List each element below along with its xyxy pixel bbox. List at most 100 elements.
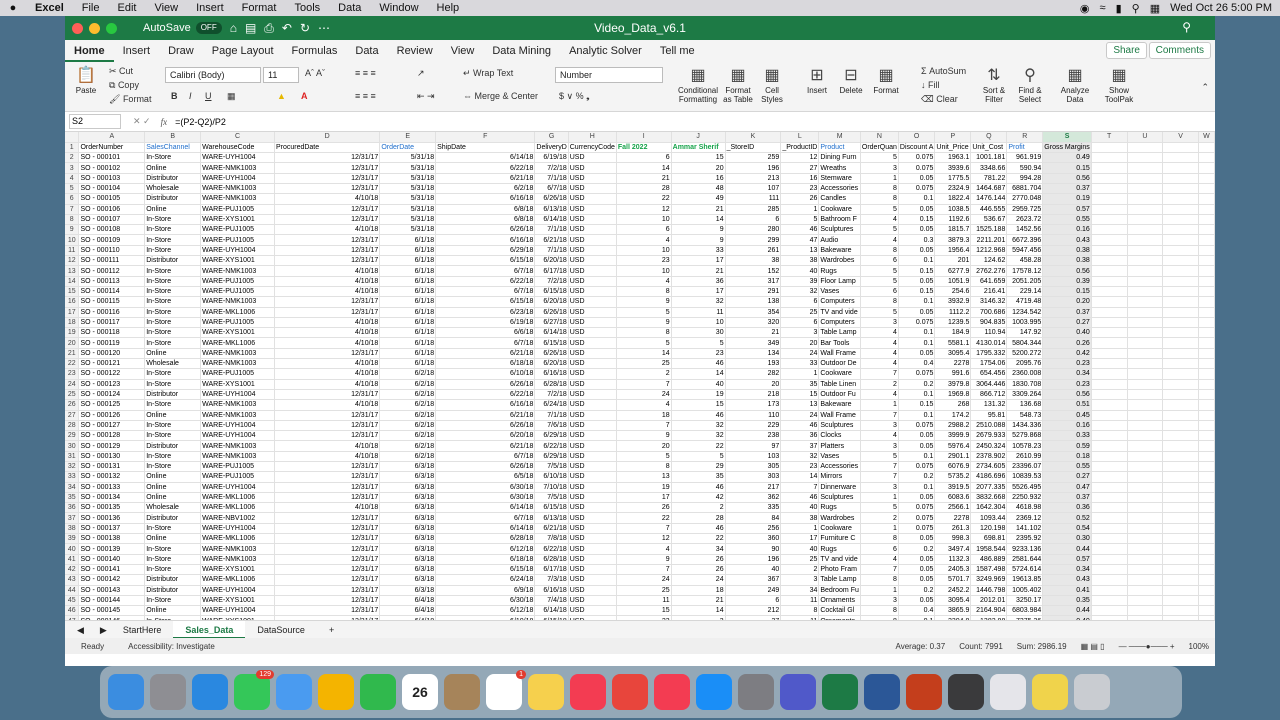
column-header[interactable]: S (1042, 132, 1092, 143)
cell[interactable]: 1051.9 (934, 276, 972, 287)
cell[interactable]: 2623.72 (1006, 214, 1044, 226)
cell[interactable] (1162, 152, 1199, 164)
cell[interactable] (1091, 183, 1128, 195)
cell[interactable]: 2770.048 (1006, 193, 1044, 205)
cell[interactable] (1127, 461, 1164, 473)
cell[interactable]: 4/10/18 (274, 317, 381, 329)
cell[interactable]: WARE-PUJ1005 (200, 234, 275, 246)
cell[interactable]: 3250.17 (1006, 595, 1044, 607)
find-select-button[interactable]: ⚲ Find & Select (1013, 66, 1047, 104)
cell[interactable]: USD (568, 337, 617, 349)
more-icon[interactable]: ⋯ (318, 21, 330, 35)
column-header[interactable]: F (435, 132, 536, 143)
cell[interactable]: In-Store (144, 327, 202, 339)
cell[interactable]: 0.57 (1042, 554, 1092, 565)
cell[interactable]: SO - 000108 (78, 224, 146, 236)
cell[interactable]: USD (568, 276, 617, 287)
cell[interactable] (1091, 255, 1128, 267)
cell[interactable]: 2211.201 (970, 234, 1008, 246)
cell[interactable]: 3879.3 (934, 234, 972, 246)
cell[interactable] (1127, 440, 1164, 452)
cell[interactable]: 7/6/18 (534, 420, 569, 432)
cell[interactable]: 2 (671, 502, 726, 514)
cell[interactable]: 26 (780, 193, 820, 205)
cell[interactable] (1162, 307, 1199, 318)
cell[interactable]: 7/3/18 (534, 574, 569, 586)
cell[interactable]: 33 (780, 358, 820, 370)
tab-page-layout[interactable]: Page Layout (203, 45, 283, 62)
cell[interactable]: 26 (671, 564, 726, 576)
cell[interactable]: SO - 000126 (78, 410, 146, 421)
cell[interactable]: 20 (671, 162, 726, 174)
tab-data-mining[interactable]: Data Mining (483, 45, 560, 62)
cell[interactable]: 6/29/18 (534, 451, 569, 463)
cell[interactable]: 6/22/18 (435, 389, 536, 401)
cell[interactable]: 174.2 (934, 410, 972, 421)
cell[interactable]: 0.075 (898, 461, 936, 473)
row-header[interactable]: 44 (65, 585, 80, 596)
cell[interactable]: 291 (725, 286, 782, 298)
copy-button[interactable]: ⧉ Copy (109, 80, 139, 91)
cell[interactable]: Vases (818, 286, 861, 298)
cell[interactable]: 6/28/18 (534, 379, 569, 390)
cell[interactable]: SO - 000120 (78, 348, 146, 360)
search-icon[interactable]: ⚲ (1182, 20, 1191, 34)
cell[interactable]: 24 (671, 574, 726, 586)
cell[interactable]: 17578.12 (1006, 265, 1044, 277)
column-header[interactable]: K (725, 132, 782, 143)
cell[interactable] (1162, 533, 1199, 545)
cell[interactable]: 0.15 (898, 265, 936, 277)
cell[interactable]: 6/2/18 (379, 379, 437, 390)
cell[interactable]: 34 (671, 543, 726, 555)
cell[interactable] (1127, 554, 1164, 565)
cell[interactable]: 120.198 (970, 523, 1008, 535)
row-header[interactable]: 46 (65, 605, 80, 617)
cell[interactable]: 536.67 (970, 214, 1008, 226)
cell[interactable]: In-Store (144, 564, 202, 576)
cell[interactable] (1198, 595, 1215, 607)
cell[interactable] (1127, 183, 1164, 195)
cell[interactable]: 254.6 (934, 286, 972, 298)
cell[interactable]: 0.40 (1042, 327, 1092, 339)
cell[interactable] (1162, 430, 1199, 442)
cell[interactable]: 8 (860, 193, 899, 205)
cell[interactable]: WARE-XYS1001 (200, 379, 275, 390)
formula-input[interactable]: =(P2-Q2)/P2 (175, 117, 226, 127)
cell[interactable]: 12/31/17 (274, 214, 381, 226)
cell[interactable]: SO - 000135 (78, 502, 146, 514)
cell[interactable]: 2959.725 (1006, 204, 1044, 215)
cell[interactable]: 4 (860, 358, 899, 370)
cell[interactable]: Sculptures (818, 224, 861, 236)
tab-analytic-solver[interactable]: Analytic Solver (560, 45, 651, 62)
cell[interactable]: 7/4/18 (534, 595, 569, 607)
dock-system-settings-icon[interactable] (738, 674, 774, 710)
cell[interactable]: 32 (671, 296, 726, 308)
cell[interactable] (1198, 605, 1215, 617)
cell[interactable]: 0.075 (898, 162, 936, 174)
cell[interactable]: Computers (818, 317, 861, 329)
cell[interactable]: In-Store (144, 234, 202, 246)
cell[interactable]: WARE-UYH1004 (200, 605, 275, 617)
cell[interactable]: 7 (860, 410, 899, 421)
cell[interactable]: 124.62 (970, 255, 1008, 267)
cell[interactable] (1091, 265, 1128, 277)
cell[interactable]: 700.686 (970, 307, 1008, 318)
cell[interactable] (1127, 307, 1164, 318)
cell[interactable]: WARE-NMK1003 (200, 543, 275, 555)
cell[interactable]: 1464.687 (970, 183, 1008, 195)
cell[interactable] (1091, 595, 1128, 607)
cell[interactable]: 4 (616, 399, 672, 411)
cell[interactable]: 6/14/18 (534, 605, 569, 617)
cell[interactable]: 3348.66 (970, 162, 1008, 174)
cell[interactable]: 6 (725, 214, 782, 226)
cell[interactable]: WARE-PUJ1005 (200, 471, 275, 483)
cell[interactable]: 2095.76 (1006, 358, 1044, 370)
cell[interactable]: 2324.9 (934, 183, 972, 195)
cell[interactable] (1162, 615, 1199, 620)
cell[interactable]: USD (568, 440, 617, 452)
cell[interactable] (1127, 399, 1164, 411)
cell[interactable]: 7/5/18 (534, 461, 569, 473)
cell[interactable]: 6/1/18 (379, 358, 437, 370)
cell[interactable] (1198, 554, 1215, 565)
cell[interactable] (1162, 358, 1199, 370)
